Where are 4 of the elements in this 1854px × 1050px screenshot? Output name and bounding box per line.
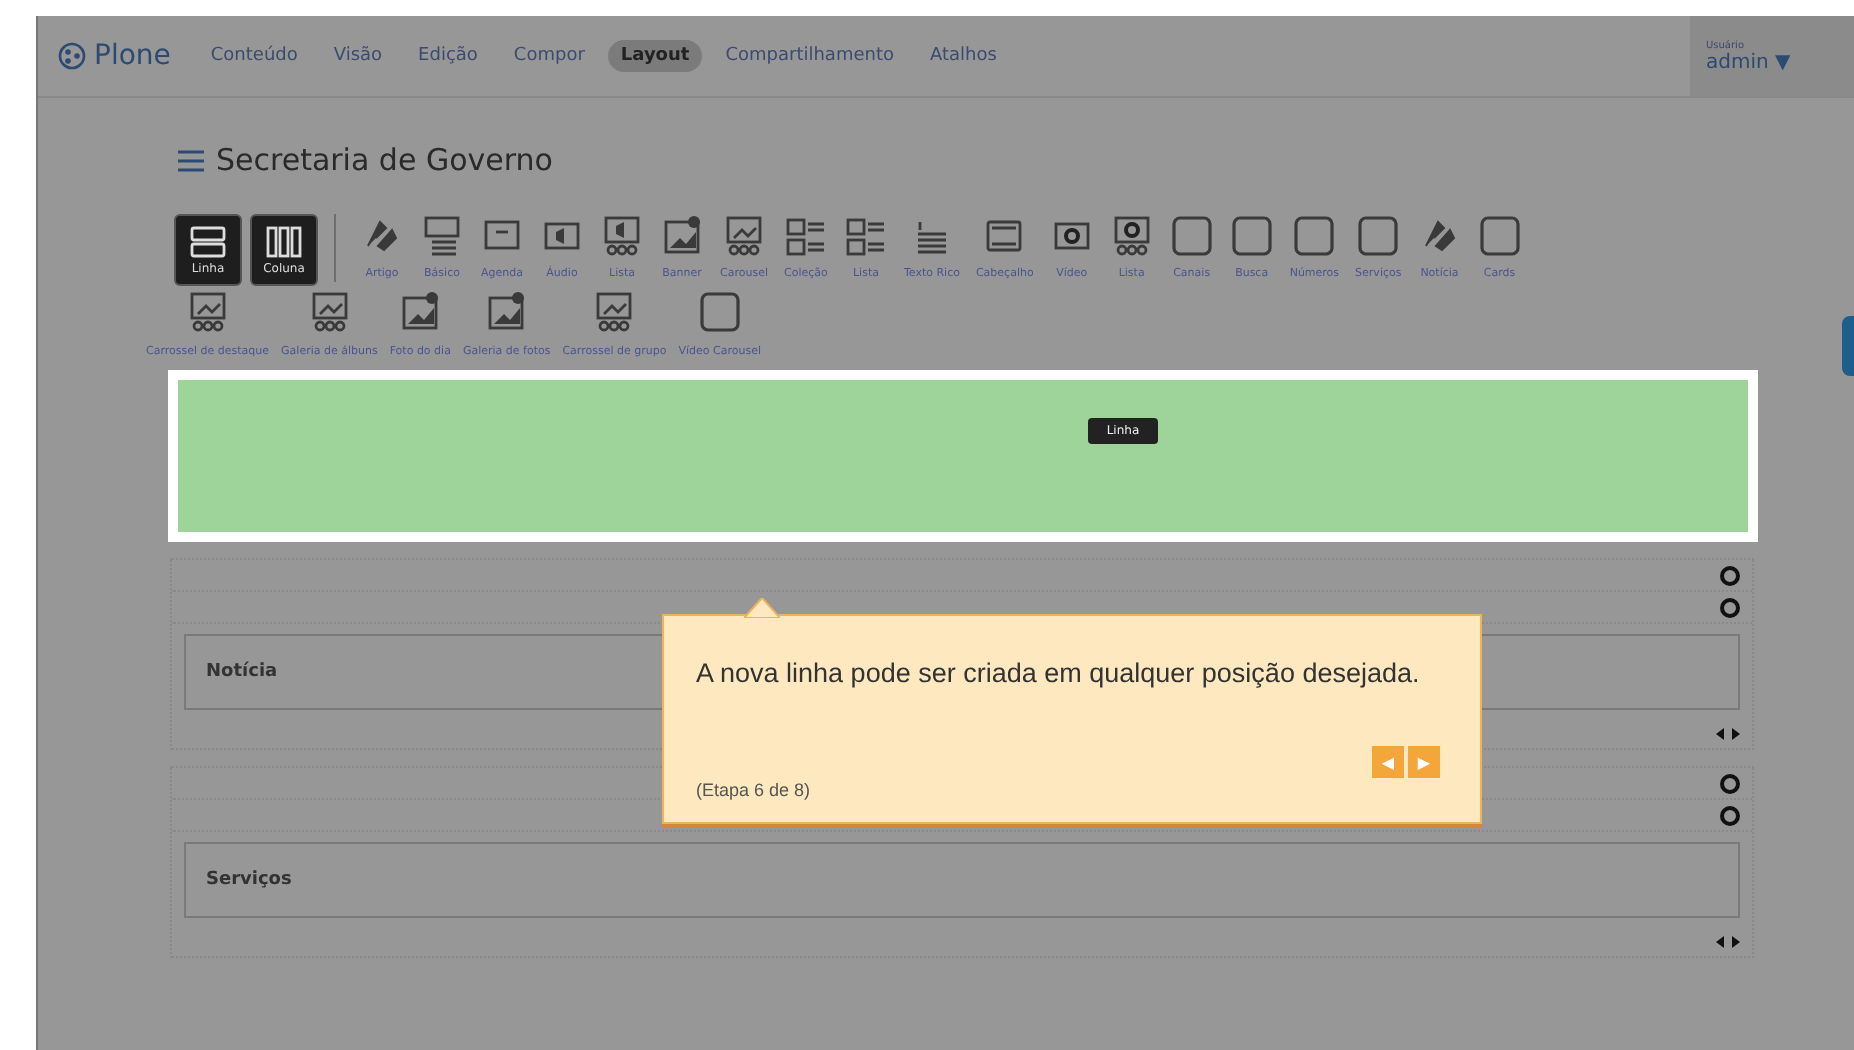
tooltip-message: A nova linha pode ser criada em qualquer posição desejada. bbox=[696, 656, 1422, 690]
logo-text: Plone bbox=[94, 40, 171, 72]
page-title: Secretaria de Governo bbox=[216, 142, 553, 178]
step-counter: (Etapa 6 de 8) bbox=[696, 780, 811, 800]
